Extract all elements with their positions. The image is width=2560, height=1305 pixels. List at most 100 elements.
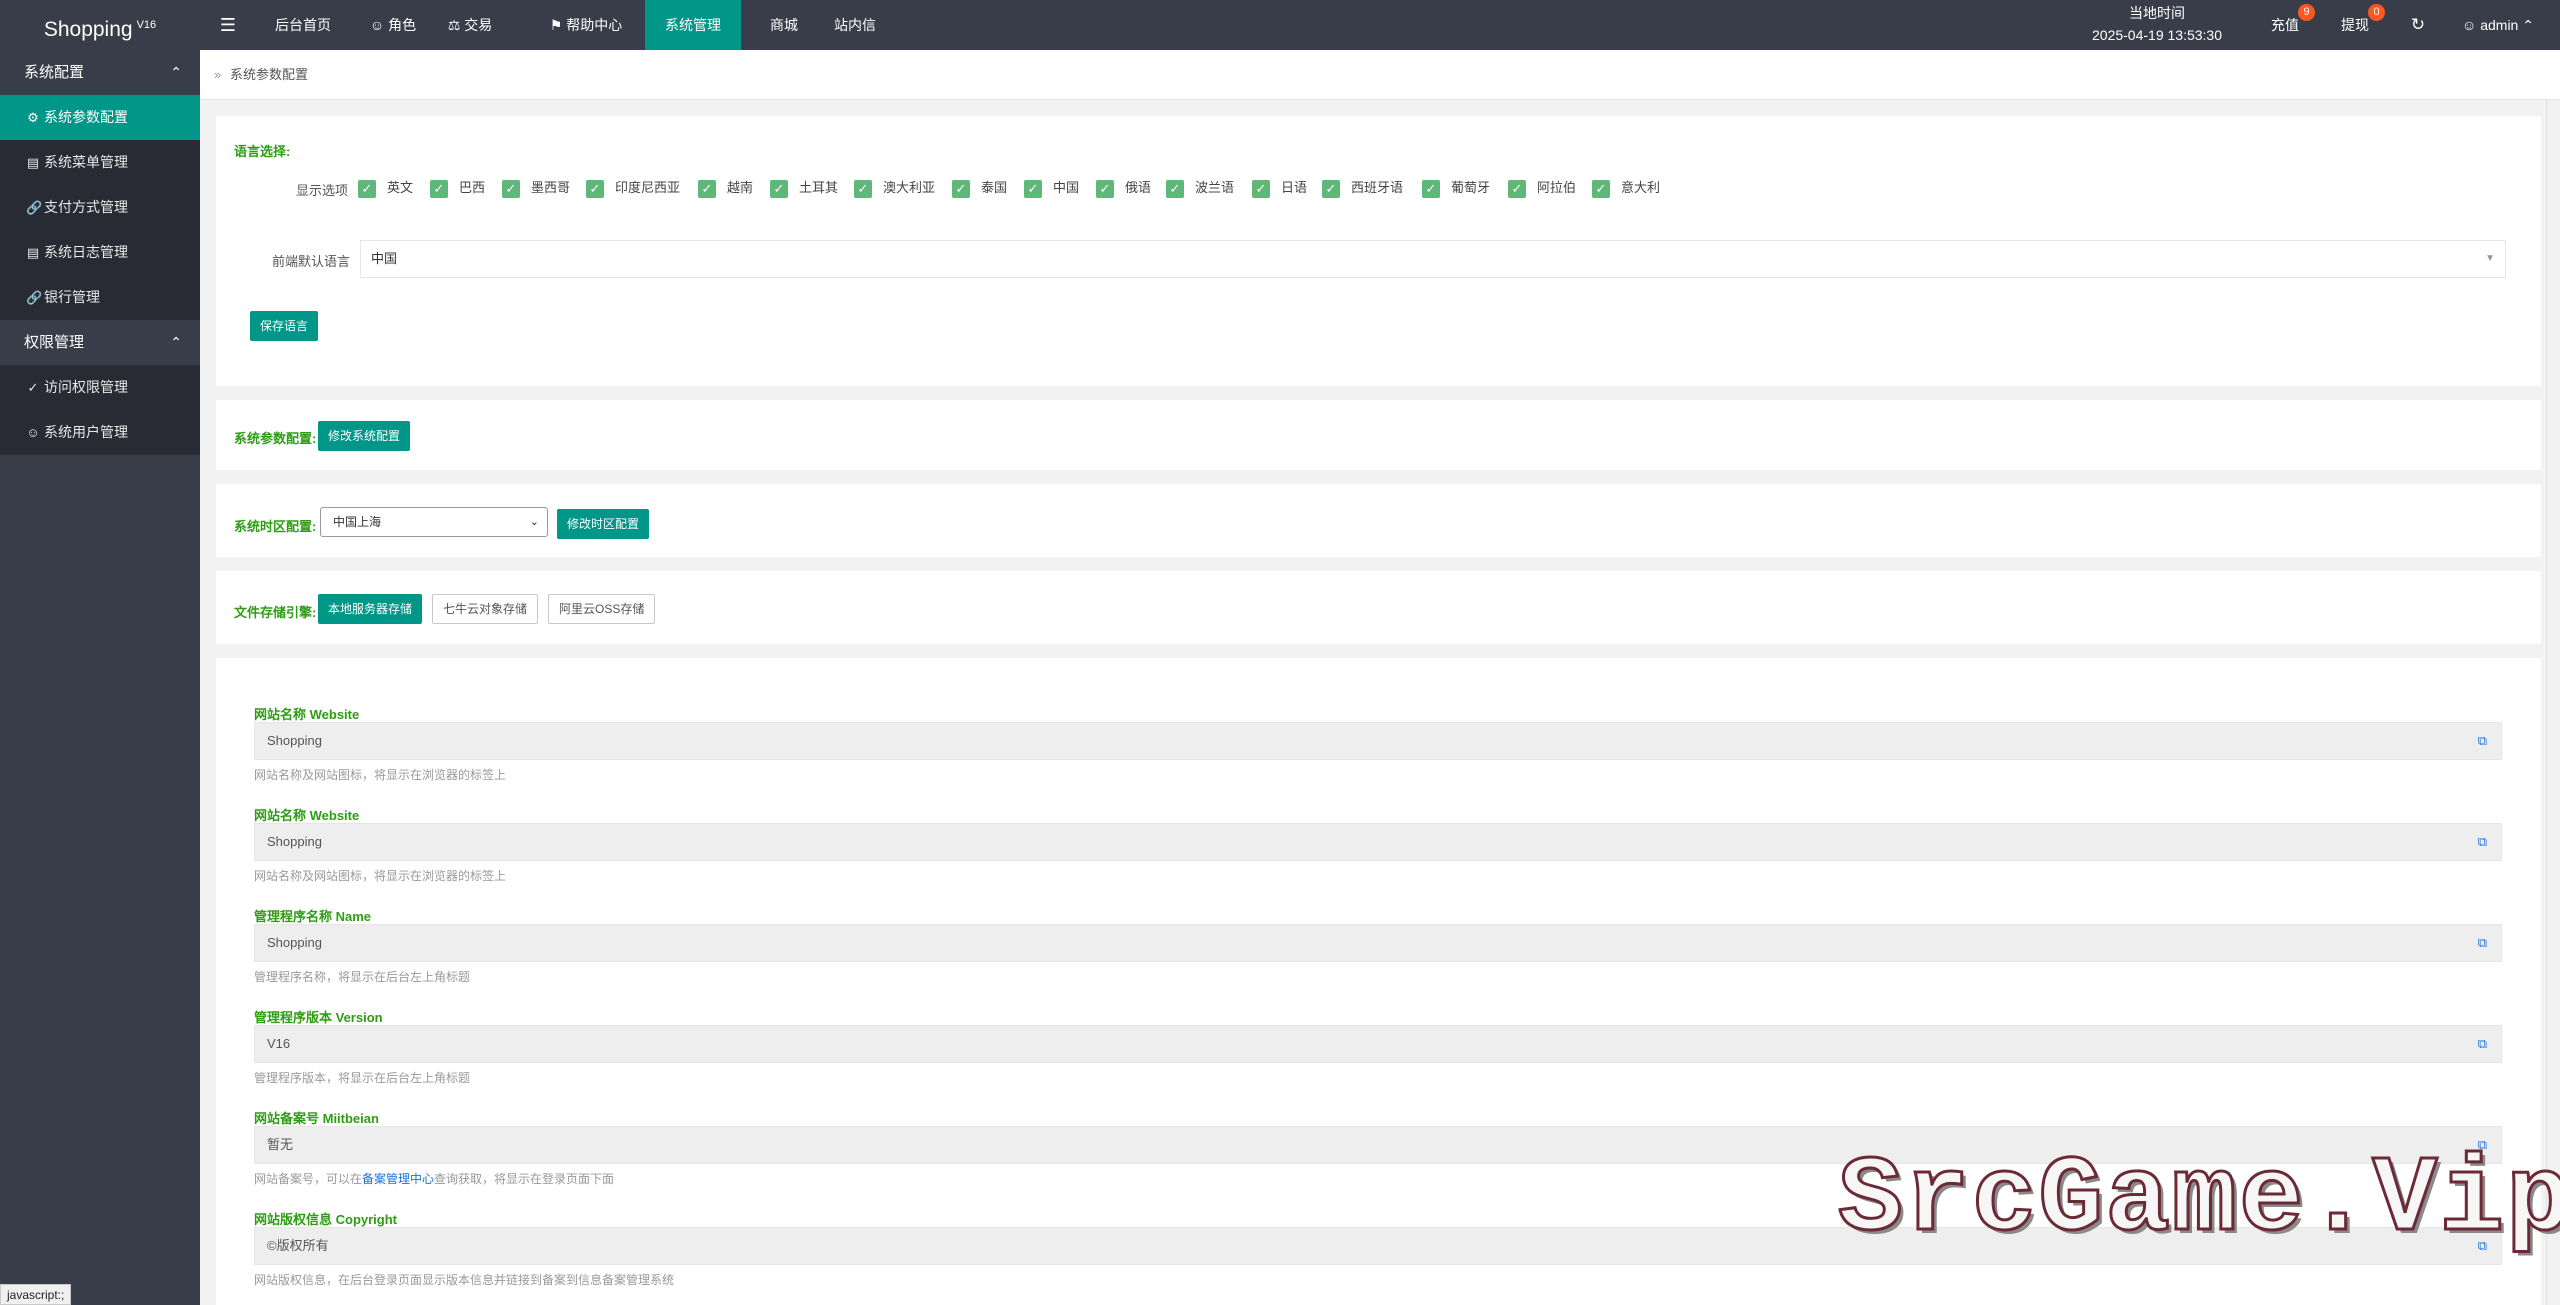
icp-center-link[interactable]: 备案管理中心 (362, 1172, 434, 1186)
link-icon: 🔗 (26, 290, 43, 305)
nav-label: 后台首页 (275, 17, 331, 33)
sidebar-item-bank[interactable]: 🔗 银行管理 (0, 275, 200, 320)
sidebar-item-system-users[interactable]: ☺ 系统用户管理 (0, 410, 200, 455)
check-icon: ✓ (952, 179, 970, 198)
edit-timezone-button[interactable]: 修改时区配置 (557, 509, 650, 539)
nav-label: 站内信 (834, 17, 876, 33)
page-scrollbar[interactable] (2546, 100, 2560, 1305)
user-name: admin (2480, 17, 2519, 33)
input-value: 暂无 (267, 1137, 294, 1152)
save-language-button[interactable]: 保存语言 (250, 311, 319, 341)
select-value: 中国 (371, 251, 398, 266)
app-version-input[interactable]: V16 ⧉ (254, 1025, 2502, 1063)
double-chevron-icon: » (214, 67, 222, 82)
recharge-label: 充值 (2271, 17, 2299, 33)
sidebar-item-label: 系统日志管理 (44, 244, 128, 260)
scale-icon: ⚖ (447, 17, 465, 33)
storage-aliyun-oss-button[interactable]: 阿里云OSS存储 (548, 594, 656, 624)
sidebar-item-system-params[interactable]: ⚙ 系统参数配置 (0, 95, 200, 140)
check-icon: ✓ (358, 179, 376, 198)
field-title: 网站名称 Website (254, 707, 360, 722)
lang-checkbox-thailand[interactable]: ✓ 泰国 (952, 178, 1007, 198)
refresh-icon[interactable]: ↻ (2398, 0, 2438, 50)
nav-trade[interactable]: ⚖ 交易 (435, 0, 505, 50)
lang-checkbox-brazil[interactable]: ✓ 巴西 (430, 178, 485, 198)
storage-qiniu-button[interactable]: 七牛云对象存储 (432, 594, 539, 624)
withdraw-button[interactable]: 提现 0 (2320, 0, 2390, 50)
check-icon: ✓ (698, 179, 716, 198)
app-logo[interactable]: Shopping V16 (0, 0, 200, 50)
sidebar-group-system-config[interactable]: 系统配置 ⌃ (0, 50, 200, 95)
lang-checkbox-russian[interactable]: ✓ 俄语 (1096, 178, 1151, 198)
nav-dashboard[interactable]: 后台首页 (257, 0, 349, 50)
field-title: 网站版权信息 Copyright (254, 1212, 397, 1227)
storage-label: 文件存储引擎: (234, 605, 317, 620)
storage-local-button[interactable]: 本地服务器存储 (318, 594, 423, 624)
app-name-input[interactable]: Shopping ⧉ (254, 924, 2502, 962)
lang-label: 葡萄牙 (1451, 180, 1491, 195)
app-name: Shopping (43, 18, 133, 41)
sidebar: Shopping V16 系统配置 ⌃ ⚙ 系统参数配置 ▤ 系统菜单管理 🔗 支付方式… (0, 0, 200, 1305)
lang-checkbox-english[interactable]: ✓ 英文 (358, 178, 413, 198)
nav-label: 商城 (770, 17, 798, 33)
lang-checkbox-china[interactable]: ✓ 中国 (1024, 178, 1079, 198)
recharge-button[interactable]: 充值 9 (2250, 0, 2320, 50)
link-icon: 🔗 (26, 200, 43, 215)
lang-checkbox-portuguese[interactable]: ✓ 葡萄牙 (1422, 178, 1490, 198)
input-value: Shopping (267, 834, 322, 849)
sidebar-item-label: 支付方式管理 (44, 199, 128, 215)
sidebar-item-access-permission[interactable]: ✓ 访问权限管理 (0, 365, 200, 410)
nav-help-center[interactable]: ⚑ 帮助中心 (542, 0, 630, 50)
lang-checkbox-italian[interactable]: ✓ 意大利 (1592, 178, 1660, 198)
gear-icon: ⚙ (27, 110, 39, 125)
nav-label: 帮助中心 (566, 17, 623, 33)
edit-system-config-button[interactable]: 修改系统配置 (318, 421, 411, 451)
lang-checkbox-australia[interactable]: ✓ 澳大利亚 (854, 178, 935, 198)
check-icon: ✓ (586, 179, 604, 198)
lang-checkbox-vietnam[interactable]: ✓ 越南 (698, 178, 753, 198)
lang-label: 英文 (387, 180, 414, 195)
copy-icon[interactable]: ⧉ (2478, 723, 2487, 759)
user-icon: ☺ (2462, 17, 2481, 33)
copy-icon[interactable]: ⧉ (2478, 824, 2487, 860)
menu-icon[interactable]: ☰ (200, 0, 256, 50)
lang-checkbox-turkey[interactable]: ✓ 土耳其 (770, 178, 838, 198)
field-hint: 网站备案号，可以在备案管理中心查询获取，将显示在登录页面下面 (254, 1170, 614, 1187)
withdraw-label: 提现 (2341, 17, 2369, 33)
sidebar-group-permission[interactable]: 权限管理 ⌃ (0, 320, 200, 365)
check-icon: ✓ (770, 179, 788, 198)
check-icon: ✓ (1096, 179, 1114, 198)
copy-icon[interactable]: ⧉ (2478, 1026, 2487, 1062)
sidebar-item-label: 系统菜单管理 (44, 154, 128, 170)
hint-text: 查询获取，将显示在登录页面下面 (434, 1172, 615, 1186)
lang-label: 澳大利亚 (883, 180, 936, 195)
watermark: SrcGame.Vip (1837, 1139, 2560, 1264)
input-value: Shopping (267, 733, 322, 748)
lang-label: 意大利 (1621, 180, 1661, 195)
lang-checkbox-indonesia[interactable]: ✓ 印度尼西亚 (586, 178, 680, 198)
nav-mall[interactable]: 商城 (756, 0, 812, 50)
default-language-select[interactable]: 中国 ▼ (360, 240, 2506, 278)
sidebar-item-label: 银行管理 (44, 289, 100, 305)
nav-role[interactable]: ☺ 角色 (358, 0, 428, 50)
sidebar-item-system-log[interactable]: ▤ 系统日志管理 (0, 230, 200, 275)
lang-label: 波兰语 (1195, 180, 1235, 195)
lang-checkbox-arabic[interactable]: ✓ 阿拉伯 (1508, 178, 1576, 198)
lang-checkbox-japanese[interactable]: ✓ 日语 (1252, 178, 1307, 198)
timezone-select[interactable]: 中国上海 ⌄ (320, 507, 548, 537)
sidebar-item-payment[interactable]: 🔗 支付方式管理 (0, 185, 200, 230)
lang-label: 阿拉伯 (1537, 180, 1577, 195)
nav-system-management[interactable]: 系统管理 (645, 0, 741, 50)
website-name-input[interactable]: Shopping ⧉ (254, 722, 2502, 760)
lang-checkbox-spanish[interactable]: ✓ 西班牙语 (1322, 178, 1403, 198)
sidebar-item-system-menu[interactable]: ▤ 系统菜单管理 (0, 140, 200, 185)
lang-checkbox-mexico[interactable]: ✓ 墨西哥 (502, 178, 570, 198)
website-name-input-2[interactable]: Shopping ⧉ (254, 823, 2502, 861)
copy-icon[interactable]: ⧉ (2478, 925, 2487, 961)
user-menu[interactable]: ☺ admin ⌃ (2448, 0, 2548, 50)
lang-checkbox-polish[interactable]: ✓ 波兰语 (1166, 178, 1234, 198)
chevron-up-icon: ⌃ (170, 334, 182, 350)
nav-messages[interactable]: 站内信 (815, 0, 895, 50)
field-hint: 网站名称及网站图标，将显示在浏览器的标签上 (254, 768, 507, 782)
check-icon: ✓ (1322, 179, 1340, 198)
